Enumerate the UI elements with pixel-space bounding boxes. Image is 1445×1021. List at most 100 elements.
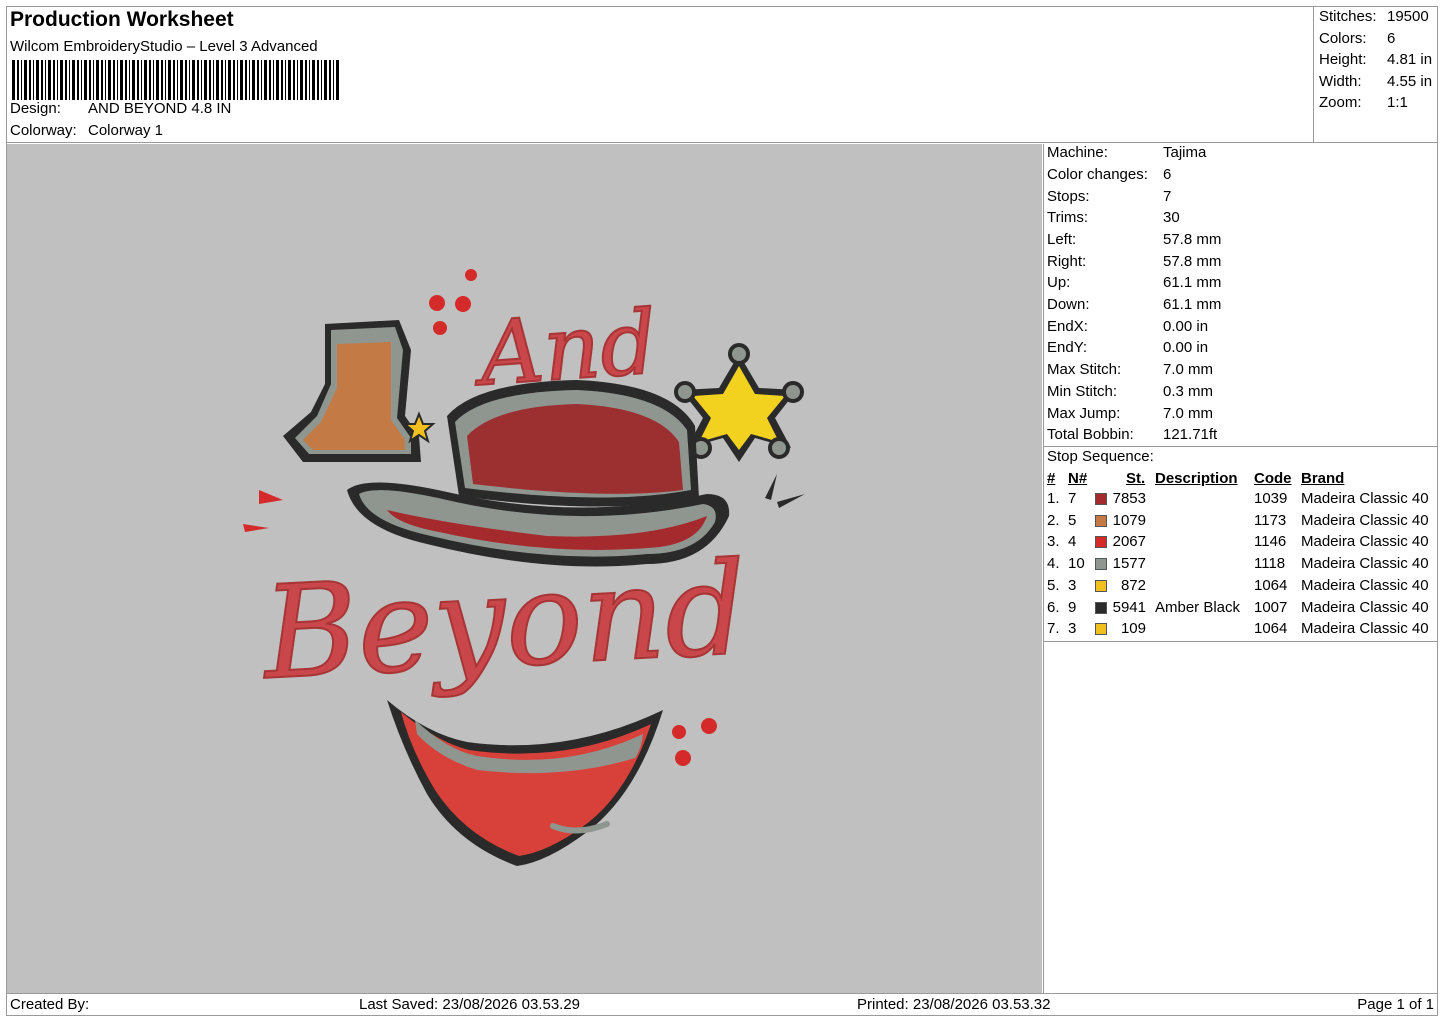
info-left: Left: 57.8 mm xyxy=(1047,231,1222,248)
design-label: Design: xyxy=(10,100,61,117)
row-description: Amber Black xyxy=(1155,598,1241,616)
info-panel: Machine: Tajima Color changes: 6 Stops: 7 T… xyxy=(1043,144,1438,993)
design-name: AND BEYOND 4.8 IN xyxy=(88,100,232,117)
color-swatch xyxy=(1095,514,1107,527)
printed-date: Printed: 23/08/2026 03.53.32 xyxy=(857,996,1051,1013)
worksheet-footer: Created By: Last Saved: 23/08/2026 03.53… xyxy=(6,993,1438,1016)
row-code: 1039 xyxy=(1254,490,1288,507)
colorway-name: Colorway 1 xyxy=(88,122,164,139)
row-number: 3. xyxy=(1047,533,1060,551)
info-endx: EndX: 0.00 in xyxy=(1047,318,1209,335)
row-number: 6. xyxy=(1047,598,1060,616)
row-number: 2. xyxy=(1047,511,1060,529)
col-header-number: # xyxy=(1047,470,1056,487)
col-header-stitches: St. xyxy=(1126,470,1146,487)
created-by: Created By: xyxy=(10,996,90,1013)
color-swatch xyxy=(1095,623,1107,636)
info-down: Down: 61.1 mm xyxy=(1047,296,1222,313)
info-up: Up: 61.1 mm xyxy=(1047,274,1222,291)
info-total-bobbin: Total Bobbin: 121.71ft xyxy=(1047,426,1218,443)
col-header-code: Code xyxy=(1254,470,1292,487)
info-trims: Trims: 30 xyxy=(1047,209,1180,226)
table-row: 1. 7 7853 1039 Madeira Classic 40 xyxy=(1044,490,1438,512)
design-preview: And Beyond xyxy=(7,144,1042,993)
col-header-brand: Brand xyxy=(1301,470,1345,487)
color-swatch xyxy=(1095,558,1107,571)
row-stitches: 872 xyxy=(1120,576,1146,594)
color-swatch xyxy=(1095,536,1107,549)
row-needle: 10 xyxy=(1068,555,1085,573)
spark-left xyxy=(243,490,283,532)
color-swatch xyxy=(1095,579,1107,592)
summary-box: Stitches: 19500 Colors: 6 Height: 4.81 in W… xyxy=(1314,6,1438,143)
dots-bottom-right xyxy=(672,718,717,766)
design-text-beyond: Beyond xyxy=(258,535,751,709)
table-row: 2. 5 1079 1173 Madeira Classic 40 xyxy=(1044,512,1438,534)
table-row: 7. 3 109 1064 Madeira Classic 40 xyxy=(1044,620,1438,642)
row-stitches: 5941 xyxy=(1112,598,1146,616)
divider xyxy=(1044,641,1438,642)
design-text-and: And xyxy=(470,290,660,406)
cowboy-boot xyxy=(283,320,436,462)
table-row: 3. 4 2067 1146 Madeira Classic 40 xyxy=(1044,533,1438,555)
row-needle: 3 xyxy=(1068,576,1077,594)
row-stitches: 2067 xyxy=(1112,533,1146,551)
row-code: 1146 xyxy=(1254,533,1287,551)
summary-zoom: Zoom: 1:1 xyxy=(1319,94,1408,111)
info-min-stitch: Min Stitch: 0.3 mm xyxy=(1047,383,1214,400)
row-code: 1064 xyxy=(1254,620,1288,638)
row-code: 1064 xyxy=(1254,576,1288,594)
row-brand: Madeira Classic 40 xyxy=(1301,620,1429,638)
summary-stitches: Stitches: 19500 xyxy=(1319,8,1429,25)
info-max-jump: Max Jump: 7.0 mm xyxy=(1047,405,1214,422)
info-endy: EndY: 0.00 in xyxy=(1047,339,1209,356)
info-color-changes: Color changes: 6 xyxy=(1047,166,1172,183)
colorway-label: Colorway: xyxy=(10,122,77,139)
design-row: Design: AND BEYOND 4.8 IN xyxy=(10,100,231,117)
row-stitches: 109 xyxy=(1120,620,1146,638)
row-stitches: 7853 xyxy=(1112,490,1146,507)
summary-height: Height: 4.81 in xyxy=(1319,51,1433,68)
stop-sequence-title: Stop Sequence: xyxy=(1047,448,1154,465)
color-swatch xyxy=(1095,493,1107,505)
row-brand: Madeira Classic 40 xyxy=(1301,555,1429,573)
table-row: 4. 10 1577 1118 Madeira Classic 40 xyxy=(1044,555,1438,577)
row-brand: Madeira Classic 40 xyxy=(1301,533,1429,551)
spark-right xyxy=(765,474,805,508)
embroidery-design: And Beyond xyxy=(243,269,805,866)
summary-width: Width: 4.55 in xyxy=(1319,73,1433,90)
col-header-needle: N# xyxy=(1068,470,1088,487)
row-number: 7. xyxy=(1047,620,1060,638)
summary-colors: Colors: 6 xyxy=(1319,30,1396,47)
dots-top-left xyxy=(429,269,477,335)
info-machine: Machine: Tajima xyxy=(1047,144,1207,161)
row-needle: 9 xyxy=(1068,598,1077,616)
row-brand: Madeira Classic 40 xyxy=(1301,576,1429,594)
table-row: 6. 9 5941 Amber Black 1007 Madeira Classic 40 xyxy=(1044,599,1438,621)
worksheet-header: Production Worksheet Wilcom EmbroiderySt… xyxy=(6,6,1314,143)
divider xyxy=(1044,446,1438,447)
table-row: 5. 3 872 1064 Madeira Classic 40 xyxy=(1044,577,1438,599)
row-code: 1118 xyxy=(1254,555,1286,573)
col-header-description: Description xyxy=(1155,470,1238,487)
row-brand: Madeira Classic 40 xyxy=(1301,511,1429,529)
row-needle: 4 xyxy=(1068,533,1077,551)
row-brand: Madeira Classic 40 xyxy=(1301,598,1429,616)
row-number: 4. xyxy=(1047,555,1060,573)
row-needle: 5 xyxy=(1068,511,1077,529)
info-stops: Stops: 7 xyxy=(1047,188,1172,205)
worksheet-title: Production Worksheet xyxy=(10,8,234,31)
color-swatch xyxy=(1095,601,1107,614)
software-name: Wilcom EmbroideryStudio – Level 3 Advanc… xyxy=(10,38,318,55)
row-brand: Madeira Classic 40 xyxy=(1301,490,1429,507)
row-needle: 7 xyxy=(1068,490,1077,507)
row-stitches: 1079 xyxy=(1112,511,1146,529)
row-code: 1173 xyxy=(1254,511,1287,529)
bandana xyxy=(387,700,663,866)
last-saved: Last Saved: 23/08/2026 03.53.29 xyxy=(359,996,581,1013)
page-number: Page 1 of 1 xyxy=(1357,996,1434,1013)
row-number: 5. xyxy=(1047,576,1060,594)
row-needle: 3 xyxy=(1068,620,1077,638)
colorway-row: Colorway: Colorway 1 xyxy=(10,122,163,139)
row-stitches: 1577 xyxy=(1112,555,1146,573)
